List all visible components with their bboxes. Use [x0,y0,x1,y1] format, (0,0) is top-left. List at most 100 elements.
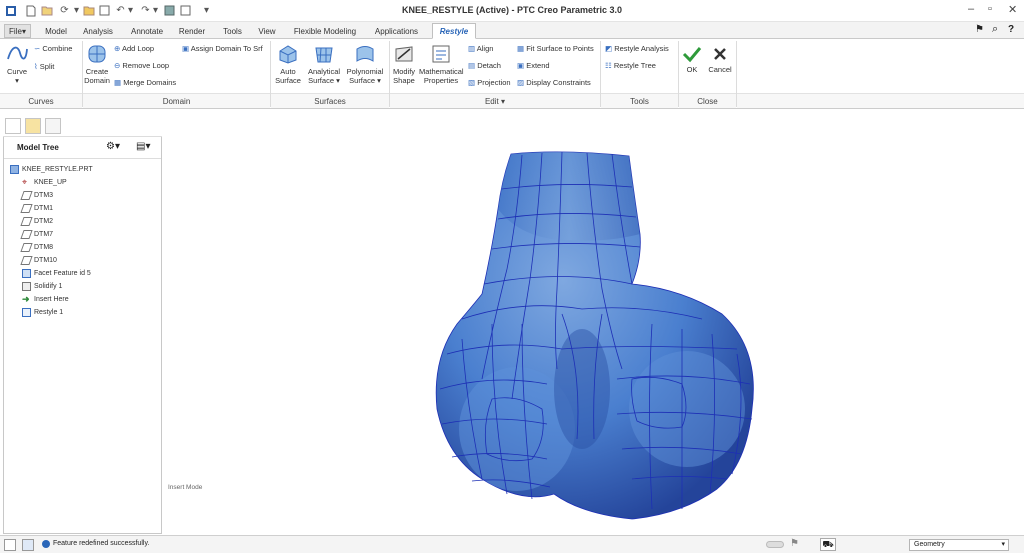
ribbon-label-strip [737,93,1024,108]
group-domain: Domain [83,93,270,108]
folder-browser-tab-icon[interactable] [25,118,41,134]
model-tree-tab-icon[interactable] [5,118,21,134]
search-icon[interactable]: ⌕ [992,23,998,36]
tree-settings-icon[interactable]: ⚙▾ [106,141,120,152]
tab-render[interactable]: Render [176,24,208,39]
detach-button[interactable]: ▤ Detach [468,61,501,70]
remove-loop-button[interactable]: ⊖ Remove Loop [114,61,169,70]
graphics-window[interactable]: Insert Mode [162,109,1024,534]
tab-applications[interactable]: Applications [369,24,424,39]
restyle-tree-button[interactable]: ☷ Restyle Tree [605,61,656,70]
tree-item-part[interactable]: KNEE_RESTYLE.PRT [10,163,93,175]
create-domain-label-2: Domain [84,76,110,85]
restyle-analysis-label: Restyle Analysis [614,44,669,53]
tab-file[interactable]: File ▾ [4,24,31,38]
tab-analysis[interactable]: Analysis [80,24,116,39]
restyle-analysis-button[interactable]: ◩ Restyle Analysis [605,44,669,53]
extend-icon: ▣ [517,61,525,70]
align-button[interactable]: ▥ Align [468,44,493,53]
tree-item-solidify[interactable]: Solidify 1 [22,280,62,292]
tree-item-dtm10[interactable]: DTM10 [20,254,57,266]
minimize-icon[interactable]: – [968,3,974,15]
auto-surface-label-2: Surface [275,76,301,85]
checkmark-icon [682,47,702,63]
navigator-tabs [3,115,162,137]
knee-model[interactable] [162,109,1024,534]
ok-label: OK [686,65,698,74]
tree-item-label: Solidify 1 [34,282,63,290]
tree-item-label: DTM3 [34,191,54,199]
analytical-surface-label-2: Surface [308,76,334,85]
mathematical-properties-button[interactable]: Mathematical Properties [419,43,464,85]
tree-item-label: KNEE_UP [34,178,67,186]
analytical-surface-button[interactable]: Analytical Surface ▾ [306,43,342,85]
extend-label: Extend [526,61,550,70]
flag-icon[interactable]: ⚑ [790,538,799,549]
regen-toggle[interactable] [766,541,784,548]
group-tools: Tools [601,93,678,108]
tree-item-insert-here[interactable]: ➜ Insert Here [22,293,69,305]
tree-item-label: KNEE_RESTYLE.PRT [22,165,93,173]
create-domain-button[interactable]: Create Domain [84,43,110,85]
add-loop-button[interactable]: ⊕ Add Loop [114,44,154,53]
tree-item-dtm2[interactable]: DTM2 [20,215,53,227]
tree-item-knee-up[interactable]: ⌖ KNEE_UP [22,176,67,188]
model-tree: Model Tree ⚙▾ ▤▾ KNEE_RESTYLE.PRT ⌖ KNEE_… [3,137,162,534]
tree-item-restyle[interactable]: Restyle 1 [22,306,63,318]
extend-button[interactable]: ▣ Extend [517,61,550,70]
tree-show-icon[interactable]: ▤▾ [136,141,150,152]
selection-filter-icon[interactable]: ⛟ [820,538,836,551]
detach-icon: ▤ [468,61,476,70]
title-bar: ⟳ ▾ ↶ ▾ ↷ ▾ ▾ KNEE_RESTYLE (Active) - PT… [0,0,1024,22]
curve-button[interactable]: Curve ▾ [4,43,30,85]
tree-item-dtm1[interactable]: DTM1 [20,202,53,214]
info-dot-icon [42,540,50,548]
cancel-button[interactable]: Cancel [706,45,734,74]
tab-restyle[interactable]: Restyle [432,23,476,39]
split-button[interactable]: ⌇ Split [34,62,54,71]
group-edit[interactable]: Edit ▾ [390,93,600,108]
tree-item-dtm7[interactable]: DTM7 [20,228,53,240]
auto-surface-button[interactable]: Auto Surface [273,43,303,85]
fit-surface-button[interactable]: ▦ Fit Surface to Points [517,44,594,53]
tab-flexible-modeling[interactable]: Flexible Modeling [289,24,361,39]
favorites-tab-icon[interactable] [45,118,61,134]
help-flag-icon[interactable]: ⚑ [975,24,984,35]
assign-domain-button[interactable]: ▣ Assign Domain To Srf [182,44,263,53]
tab-annotate[interactable]: Annotate [127,24,167,39]
tree-item-dtm8[interactable]: DTM8 [20,241,53,253]
ok-button[interactable]: OK [682,45,702,74]
display-constraints-icon: ▨ [517,78,525,87]
combine-button[interactable]: ∽ Combine [34,44,72,53]
align-label: Align [476,44,494,53]
combine-icon: ∽ [34,44,41,53]
curve-label: Curve [6,67,27,76]
help-icon[interactable]: ? [1008,24,1014,35]
modify-shape-button[interactable]: Modify Shape [391,43,417,85]
tab-tools[interactable]: Tools [219,24,246,39]
group-close: Close [679,93,736,108]
ribbon: Curve ▾ ∽ Combine ⌇ Split Curves Create D… [0,39,1024,109]
navigator-toggle-icon[interactable] [4,539,16,551]
projection-button[interactable]: ▧ Projection [468,78,511,87]
status-message: Feature redefined successfully. [53,540,150,547]
fit-surface-icon: ▦ [517,44,525,53]
selection-filter-dropdown[interactable]: Geometry ▾ [909,539,1009,551]
merge-domains-button[interactable]: ▦ Merge Domains [114,78,176,87]
browser-toggle-icon[interactable] [22,539,34,551]
close-window-icon[interactable]: ✕ [1008,3,1017,16]
tree-item-dtm3[interactable]: DTM3 [20,189,54,201]
tab-view[interactable]: View [255,24,279,39]
display-constraints-button[interactable]: ▨ Display Constraints [517,78,591,87]
tree-item-facet-feature[interactable]: Facet Feature id 5 [22,267,91,279]
polynomial-surface-label-1: Polynomial [346,67,384,76]
ribbon-tabs: File ▾ Model Analysis Annotate Render To… [0,22,1024,39]
create-domain-label-1: Create [85,67,109,76]
restore-icon[interactable]: ▫ [988,3,992,15]
modify-shape-label-1: Modify [392,67,416,76]
tab-model[interactable]: Model [41,24,71,39]
model-tree-header: Model Tree ⚙▾ ▤▾ [4,137,161,159]
group-curves: Curves [0,93,82,108]
split-icon: ⌇ [34,62,38,71]
polynomial-surface-button[interactable]: Polynomial Surface ▾ [346,43,384,85]
